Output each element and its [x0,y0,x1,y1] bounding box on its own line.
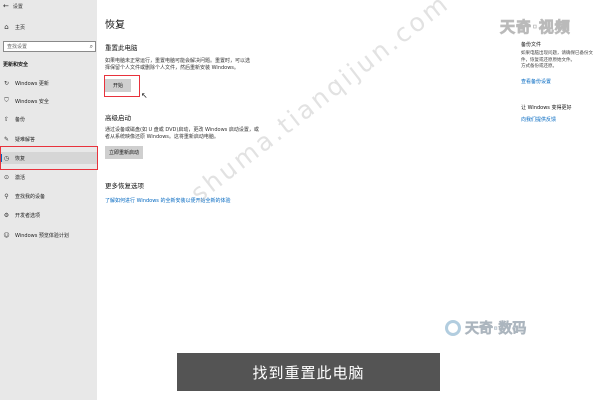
backup-files-heading: 备份文件 [521,42,542,48]
sidebar-item-label: 激活 [15,174,26,181]
sidebar-item-troubleshoot[interactable]: ✎ 疑难解答 [0,133,97,145]
sidebar: ← 设置 ⌂ 主页 查找设置 ⌕ 更新和安全 ↻ Windows 更新 ⛉ Wi… [0,0,97,400]
sidebar-item-label: Windows 更新 [15,80,49,87]
more-recovery-title: 更多恢复选项 [105,182,144,190]
back-arrow-icon[interactable]: ← [3,2,9,10]
sidebar-item-label: 备份 [15,116,26,123]
watermark-top-logo: 天奇·视频 [500,18,571,37]
sidebar-item-label: 主页 [15,24,26,31]
shield-icon: ⛉ [4,97,9,104]
watermark-bottom-text: 天奇·数码 [465,321,527,338]
sidebar-item-insider-program[interactable]: ☺ Windows 预览体验计划 [0,229,97,241]
backup-files-description: 如果电脑出现问题，请确保已备份文件，恢复或还原原始文件。 方式备份或还原。 [521,51,596,71]
give-feedback-link[interactable]: 向我们提供反馈 [521,116,556,123]
sidebar-item-label: Windows 预览体验计划 [15,232,69,239]
reset-desc-line-1: 如果电脑未正常运行，重置电脑可能会解决问题。重置时，可以选 [105,58,251,64]
window-title: 设置 [12,3,23,10]
video-subtitle: 找到重置此电脑 [177,353,440,391]
highlight-box-recovery [0,146,98,170]
sidebar-item-windows-security[interactable]: ⛉ Windows 安全 [0,95,97,107]
logo-ring-icon [445,320,461,336]
sidebar-section-title: 更新和安全 [3,62,29,68]
wrench-icon: ✎ [3,135,10,143]
home-icon: ⌂ [4,23,9,31]
backup-settings-link[interactable]: 查看备份设置 [521,78,551,85]
person-locate-icon: ⚲ [4,192,9,200]
restart-now-button[interactable]: 立即重新启动 [105,146,143,159]
smiley-icon: ☺ [3,231,10,239]
sidebar-item-label: Windows 安全 [15,98,49,105]
advanced-startup-title: 高级启动 [105,114,131,122]
check-circle-icon: ⊙ [3,173,10,181]
page-title: 恢复 [105,20,125,31]
sidebar-item-label: 开发者选项 [15,212,41,219]
sidebar-item-label: 疑难解答 [15,136,36,143]
watermark-bottom-logo: 天奇·数码 [445,318,527,338]
sidebar-item-find-my-device[interactable]: ⚲ 查找我的设备 [0,190,97,202]
reset-pc-title: 重置此电脑 [105,44,138,52]
highlight-box-get-started [104,75,140,97]
dev-icon: ⚙ [3,211,10,219]
sidebar-item-label: 查找我的设备 [15,193,46,200]
reset-pc-description: 如果电脑未正常运行，重置电脑可能会解决问题。重置时，可以选 择保留个人文件或删除… [105,58,283,72]
upload-icon: ⇧ [3,115,10,123]
mouse-cursor-icon: ↖ [141,91,148,100]
window-titlebar: ← 设置 [0,0,97,12]
refresh-icon: ↻ [3,79,10,87]
sidebar-item-backup[interactable]: ⇧ 备份 [0,113,97,125]
sidebar-item-home[interactable]: ⌂ 主页 [0,21,97,33]
search-icon: ⌕ [89,42,93,50]
reset-desc-line-2: 择保留个人文件或删除个人文件，然后重新安装 Windows。 [105,65,239,71]
sidebar-item-developer-options[interactable]: ⚙ 开发者选项 [0,209,97,221]
search-input[interactable]: 查找设置 ⌕ [3,41,96,52]
improve-windows-heading: 让 Windows 变得更好 [521,105,572,111]
backup-desc-line-1: 如果电脑出现问题，请确保已备份文件，恢复或还原原始文件。 [521,51,593,63]
sidebar-item-activation[interactable]: ⊙ 激活 [0,171,97,183]
search-placeholder: 查找设置 [7,44,28,50]
sidebar-item-windows-update[interactable]: ↻ Windows 更新 [0,77,97,89]
backup-desc-line-2: 方式备份或还原。 [521,64,557,69]
